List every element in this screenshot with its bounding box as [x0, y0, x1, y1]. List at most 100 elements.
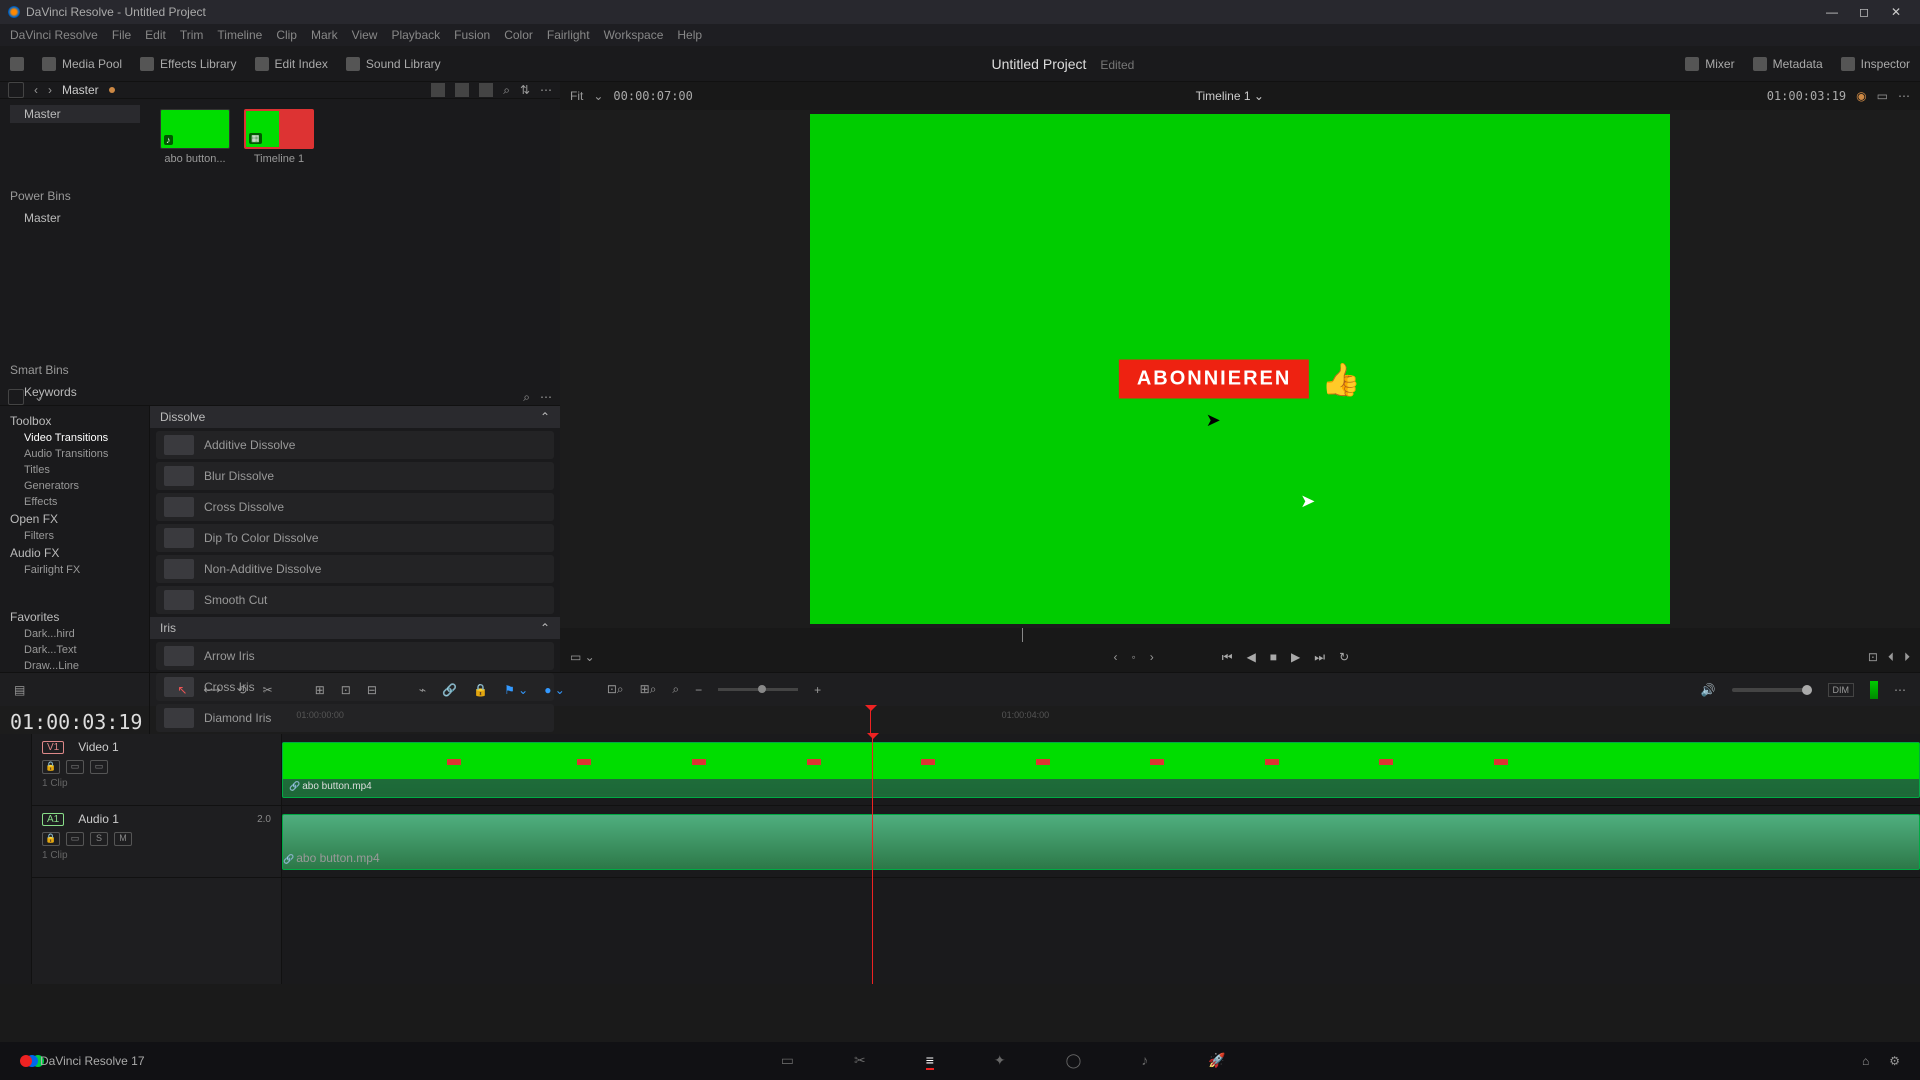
page-fusion[interactable]: ✦	[994, 1052, 1006, 1070]
sort-icon[interactable]: ⇅	[520, 83, 530, 97]
fx-fairlightfx[interactable]: Fairlight FX	[10, 562, 139, 578]
overlay-menu-icon[interactable]: ▭ ⌄	[560, 650, 595, 664]
selection-tool-icon[interactable]: ↖	[177, 683, 187, 697]
jog-bar[interactable]	[560, 628, 1920, 642]
maximize-button[interactable]: ◻	[1848, 5, 1880, 19]
shelf-media-pool[interactable]: Media Pool	[42, 57, 122, 71]
nav-fwd-icon[interactable]: ›	[48, 83, 52, 97]
fit-dropdown[interactable]: Fit	[570, 89, 583, 103]
transition-item[interactable]: Smooth Cut	[156, 586, 554, 614]
page-media[interactable]: ▭	[781, 1052, 794, 1070]
timeline-timecode[interactable]: 01:00:03:19	[10, 710, 142, 734]
timeline-ruler[interactable]: 01:00:00:00 01:00:04:00	[280, 706, 1920, 734]
nav-back-icon[interactable]: ‹	[34, 83, 38, 97]
video-track-header[interactable]: V1Video 1 🔒▭▭ 1 Clip	[32, 734, 281, 806]
shelf-sound-library[interactable]: Sound Library	[346, 57, 441, 71]
menu-item[interactable]: Help	[677, 28, 702, 42]
volume-slider[interactable]	[1732, 688, 1812, 692]
zoom-selection-icon[interactable]: ⊡⌕	[607, 682, 624, 697]
options-icon[interactable]: ⋯	[540, 83, 552, 97]
transition-item[interactable]: Cross Dissolve	[156, 493, 554, 521]
step-fwd-icon[interactable]: ⏵	[1904, 650, 1910, 665]
playhead[interactable]	[870, 706, 871, 734]
snap-icon[interactable]: ⌁	[419, 683, 426, 697]
lock-icon[interactable]: 🔒	[473, 683, 488, 697]
transition-item[interactable]: Non-Additive Dissolve	[156, 555, 554, 583]
menu-item[interactable]: Playback	[391, 28, 440, 42]
menu-item[interactable]: DaVinci Resolve	[10, 28, 98, 42]
power-bins-header[interactable]: Power Bins	[10, 189, 140, 203]
menu-item[interactable]: File	[112, 28, 131, 42]
menu-item[interactable]: Timeline	[217, 28, 262, 42]
page-edit[interactable]: ≡	[926, 1052, 934, 1070]
replace-icon[interactable]: ⊟	[367, 683, 377, 697]
disable-track-icon[interactable]: ▭	[90, 760, 108, 774]
video-clip[interactable]: abo button.mp4	[282, 742, 1920, 798]
menu-item[interactable]: Fusion	[454, 28, 490, 42]
menu-item[interactable]: Clip	[276, 28, 297, 42]
solo-button[interactable]: S	[90, 832, 108, 846]
step-back-icon[interactable]: ⏴	[1888, 650, 1894, 665]
insert-icon[interactable]: ⊞	[315, 683, 325, 697]
fx-video-transitions[interactable]: Video Transitions	[10, 430, 139, 446]
matchframe-icon[interactable]: ⊡	[1868, 650, 1878, 665]
lock-track-icon[interactable]: 🔒	[42, 832, 60, 846]
fx-category[interactable]: Iris	[160, 621, 176, 635]
page-fairlight[interactable]: ♪	[1141, 1052, 1148, 1070]
options-icon[interactable]: ⋯	[540, 390, 552, 404]
fx-generators[interactable]: Generators	[10, 478, 139, 494]
fav-item[interactable]: Dark...Text	[10, 642, 139, 658]
fx-toolbox[interactable]: Toolbox	[10, 412, 139, 430]
shelf-metadata[interactable]: Metadata	[1753, 57, 1823, 71]
play-button[interactable]: ▶	[1291, 650, 1300, 664]
bypass-icon[interactable]: ◉	[1856, 89, 1866, 103]
close-button[interactable]: ✕	[1880, 5, 1912, 19]
shelf-mixer[interactable]: Mixer	[1685, 57, 1734, 71]
options-icon[interactable]: ⋯	[1894, 683, 1906, 697]
fx-filters[interactable]: Filters	[10, 528, 139, 544]
dim-button[interactable]: DIM	[1828, 683, 1855, 697]
audio-clip[interactable]: abo button.mp4	[282, 814, 1920, 870]
marker-icon[interactable]: ● ⌄	[544, 683, 565, 697]
timeline-name[interactable]: Timeline 1	[1196, 89, 1251, 103]
fav-item[interactable]: Dark...hird	[10, 626, 139, 642]
fx-audiofx[interactable]: Audio FX	[10, 544, 139, 562]
search-icon[interactable]: ⌕	[503, 83, 510, 98]
fx-category[interactable]: Dissolve	[160, 410, 205, 424]
single-viewer-icon[interactable]: ▭	[1877, 89, 1888, 103]
fx-layout-icon[interactable]	[8, 389, 24, 405]
page-deliver[interactable]: 🚀	[1208, 1052, 1225, 1070]
menu-item[interactable]: Fairlight	[547, 28, 590, 42]
media-timeline[interactable]: ▦ Timeline 1	[244, 109, 314, 165]
view-list-icon[interactable]	[431, 83, 445, 97]
menu-item[interactable]: Mark	[311, 28, 338, 42]
trim-tool-icon[interactable]: ⟷	[203, 683, 220, 697]
home-icon[interactable]: ⌂	[1862, 1054, 1869, 1068]
step-back-button[interactable]: ◀	[1247, 650, 1256, 664]
blade-tool-icon[interactable]: ✂	[263, 683, 273, 697]
smart-bins-header[interactable]: Smart Bins	[10, 363, 140, 377]
chevron-up-icon[interactable]: ⌃	[540, 410, 550, 424]
transition-item[interactable]: Dip To Color Dissolve	[156, 524, 554, 552]
shelf-edit-index[interactable]: Edit Index	[255, 57, 328, 71]
chevron-down-icon[interactable]: ⌄	[593, 89, 603, 103]
chevron-down-icon[interactable]: ⌄	[1254, 89, 1264, 103]
view-thumb-icon[interactable]	[455, 83, 469, 97]
zoom-out-icon[interactable]: −	[695, 683, 702, 697]
lock-track-icon[interactable]: 🔒	[42, 760, 60, 774]
transition-item[interactable]: Blur Dissolve	[156, 462, 554, 490]
bin-master[interactable]: Master	[10, 105, 140, 123]
next-edit-icon[interactable]: ›	[1150, 650, 1154, 664]
transition-item[interactable]: Additive Dissolve	[156, 431, 554, 459]
auto-select-icon[interactable]: ▭	[66, 760, 84, 774]
stop-button[interactable]: ■	[1270, 650, 1277, 664]
audio-track-header[interactable]: A1Audio 12.0 🔒▭SM 1 Clip	[32, 806, 281, 878]
fav-item[interactable]: Draw...Line	[10, 658, 139, 674]
fx-audio-transitions[interactable]: Audio Transitions	[10, 446, 139, 462]
fx-effects[interactable]: Effects	[10, 494, 139, 510]
menu-item[interactable]: Workspace	[604, 28, 664, 42]
menu-item[interactable]: Edit	[145, 28, 166, 42]
dynamic-trim-icon[interactable]: ⟲	[237, 683, 247, 697]
overwrite-icon[interactable]: ⊡	[341, 683, 351, 697]
shelf-inspector[interactable]: Inspector	[1841, 57, 1910, 71]
